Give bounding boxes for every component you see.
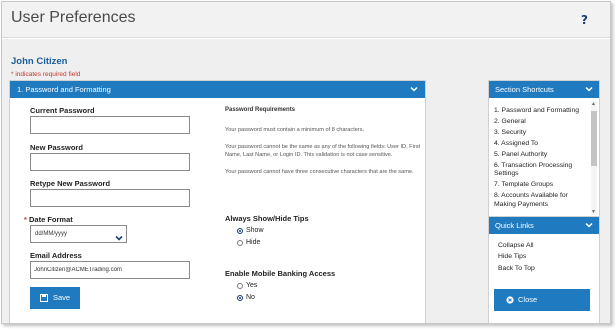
retype-password-label: Retype New Password — [30, 179, 111, 188]
current-password-label: Current Password — [30, 106, 95, 115]
page-header: User Preferences ? — [2, 2, 610, 38]
radio-selected-icon — [237, 295, 243, 301]
panel-title: 1. Password and Formatting — [17, 85, 111, 94]
email-address-input[interactable] — [30, 261, 190, 279]
shortcut-item[interactable]: 2. General — [494, 118, 586, 126]
save-button[interactable]: Save — [30, 287, 80, 309]
chevron-down-icon — [114, 230, 124, 241]
quick-link-back-to-top[interactable]: Back To Top — [498, 265, 535, 273]
tips-show-label: Show — [246, 227, 264, 234]
close-button[interactable]: Close — [494, 289, 590, 311]
required-mark: * — [24, 215, 27, 224]
mobile-yes-radio[interactable]: Yes — [237, 282, 258, 289]
shortcut-item[interactable]: 6. Transaction Processing Settings — [494, 162, 586, 179]
close-circle-icon — [506, 296, 514, 304]
shortcut-item[interactable]: 7. Template Groups — [494, 181, 586, 189]
tips-hide-radio[interactable]: Hide — [237, 239, 261, 246]
quick-links-list: Collapse All Hide Tips Back To Top — [498, 242, 535, 276]
scroll-up-arrow-icon[interactable]: ▲ — [591, 101, 596, 107]
shortcut-item[interactable]: 5. Panel Authority — [494, 151, 586, 159]
save-button-label: Save — [53, 293, 71, 302]
requirement-line: Your password must contain a minimum of … — [225, 127, 365, 133]
save-disk-icon — [40, 294, 48, 302]
new-password-label: New Password — [30, 143, 83, 152]
requirement-line: Your password cannot have three consecut… — [225, 169, 414, 175]
password-formatting-panel: 1. Password and Formatting Current Passw… — [9, 80, 426, 323]
panel-header[interactable]: 1. Password and Formatting — [10, 81, 425, 98]
shortcuts-scrollbar[interactable]: ▲ ▼ — [591, 101, 597, 215]
section-shortcuts-panel: Section Shortcuts 1. Password and Format… — [488, 80, 600, 217]
mobile-no-radio[interactable]: No — [237, 294, 255, 301]
shortcut-list: 1. Password and Formatting 2. General 3.… — [494, 107, 586, 212]
shortcut-item[interactable]: 1. Password and Formatting — [494, 107, 586, 115]
chevron-down-icon[interactable] — [409, 84, 419, 94]
quick-link-hide-tips[interactable]: Hide Tips — [498, 253, 535, 261]
scrollbar-thumb[interactable] — [591, 111, 597, 166]
chevron-down-icon[interactable] — [584, 84, 594, 94]
shortcut-item[interactable]: 8. Accounts Available for Making Payment… — [494, 192, 586, 209]
password-requirements-title: Password Requirements — [225, 107, 296, 113]
current-password-input[interactable] — [30, 116, 190, 134]
date-format-label-text: Date Format — [29, 215, 73, 224]
tips-title: Always Show/Hide Tips — [225, 214, 309, 223]
shortcut-item[interactable]: 4. Assigned To — [494, 140, 586, 148]
mobile-no-label: No — [246, 294, 255, 301]
mobile-banking-title: Enable Mobile Banking Access — [225, 269, 336, 278]
close-button-label: Close — [518, 295, 538, 304]
shortcut-item[interactable]: 3. Security — [494, 129, 586, 137]
quick-links-panel: Quick Links Collapse All Hide Tips Back … — [488, 216, 600, 323]
section-shortcuts-header[interactable]: Section Shortcuts — [489, 81, 599, 98]
retype-password-input[interactable] — [30, 189, 190, 207]
radio-unselected-icon — [237, 240, 243, 246]
quick-links-header[interactable]: Quick Links — [489, 217, 599, 234]
new-password-input[interactable] — [30, 153, 190, 171]
radio-selected-icon — [237, 228, 243, 234]
requirement-line: Your password cannot be the same as any … — [225, 144, 421, 158]
tips-hide-label: Hide — [246, 239, 261, 246]
date-format-value: dd/MM/yyyy — [35, 231, 68, 237]
user-preferences-window: User Preferences ? John Citizen * indica… — [1, 1, 611, 324]
quick-links-title: Quick Links — [495, 221, 534, 230]
question-mark-icon[interactable]: ? — [581, 13, 588, 27]
user-name: John Citizen — [11, 56, 68, 67]
mobile-yes-label: Yes — [246, 282, 258, 289]
quick-link-collapse-all[interactable]: Collapse All — [498, 242, 535, 250]
scroll-down-arrow-icon[interactable]: ▼ — [591, 209, 596, 215]
required-field-note: * indicates required field — [11, 71, 81, 78]
section-shortcuts-title: Section Shortcuts — [495, 85, 554, 94]
tips-show-radio[interactable]: Show — [237, 227, 264, 234]
date-format-select[interactable]: dd/MM/yyyy — [30, 225, 127, 243]
radio-unselected-icon — [237, 283, 243, 289]
email-address-label: Email Address — [30, 251, 82, 260]
date-format-label: * Date Format — [24, 215, 73, 224]
page-title: User Preferences — [11, 9, 136, 26]
chevron-down-icon[interactable] — [584, 220, 594, 230]
